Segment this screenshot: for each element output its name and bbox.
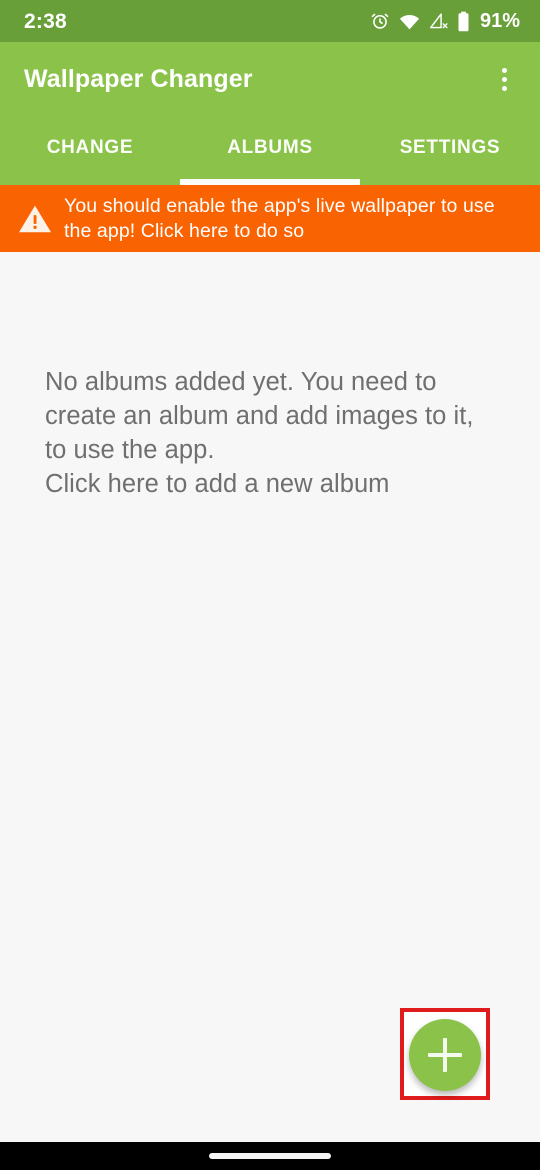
add-album-fab[interactable] (409, 1019, 481, 1091)
tab-albums[interactable]: ALBUMS (180, 116, 360, 185)
gesture-pill-handle[interactable] (209, 1153, 331, 1159)
no-sim-signal-icon (429, 12, 448, 30)
tab-label: SETTINGS (399, 136, 501, 158)
warning-triangle-icon (12, 204, 58, 234)
phone-screen: 2:38 91% Wallpaper Changer CHANGE ALBUMS… (0, 0, 540, 1170)
status-bar-clock: 2:38 (24, 9, 67, 33)
tab-change[interactable]: CHANGE (0, 116, 180, 185)
page-title: Wallpaper Changer (24, 64, 253, 93)
empty-state-message[interactable]: No albums added yet. You need to create … (45, 365, 495, 501)
battery-percent-label: 91% (479, 10, 520, 32)
wifi-icon (399, 13, 420, 30)
overflow-dot (501, 67, 507, 73)
overflow-dot (501, 76, 507, 82)
alarm-icon (370, 11, 390, 31)
status-bar: 2:38 91% (0, 0, 540, 42)
tab-label: CHANGE (46, 136, 134, 158)
tab-bar: CHANGE ALBUMS SETTINGS (0, 116, 540, 185)
battery-icon (457, 11, 470, 32)
app-bar: Wallpaper Changer (0, 42, 540, 116)
plus-icon (443, 1038, 447, 1072)
live-wallpaper-warning-banner[interactable]: You should enable the app's live wallpap… (0, 185, 540, 252)
status-bar-icons: 91% (370, 11, 520, 32)
system-navigation-bar (0, 1142, 540, 1170)
tab-label: ALBUMS (227, 136, 313, 158)
overflow-dot (501, 85, 507, 91)
tab-settings[interactable]: SETTINGS (360, 116, 540, 185)
overflow-menu-icon[interactable] (482, 57, 526, 101)
warning-banner-text: You should enable the app's live wallpap… (64, 194, 495, 242)
